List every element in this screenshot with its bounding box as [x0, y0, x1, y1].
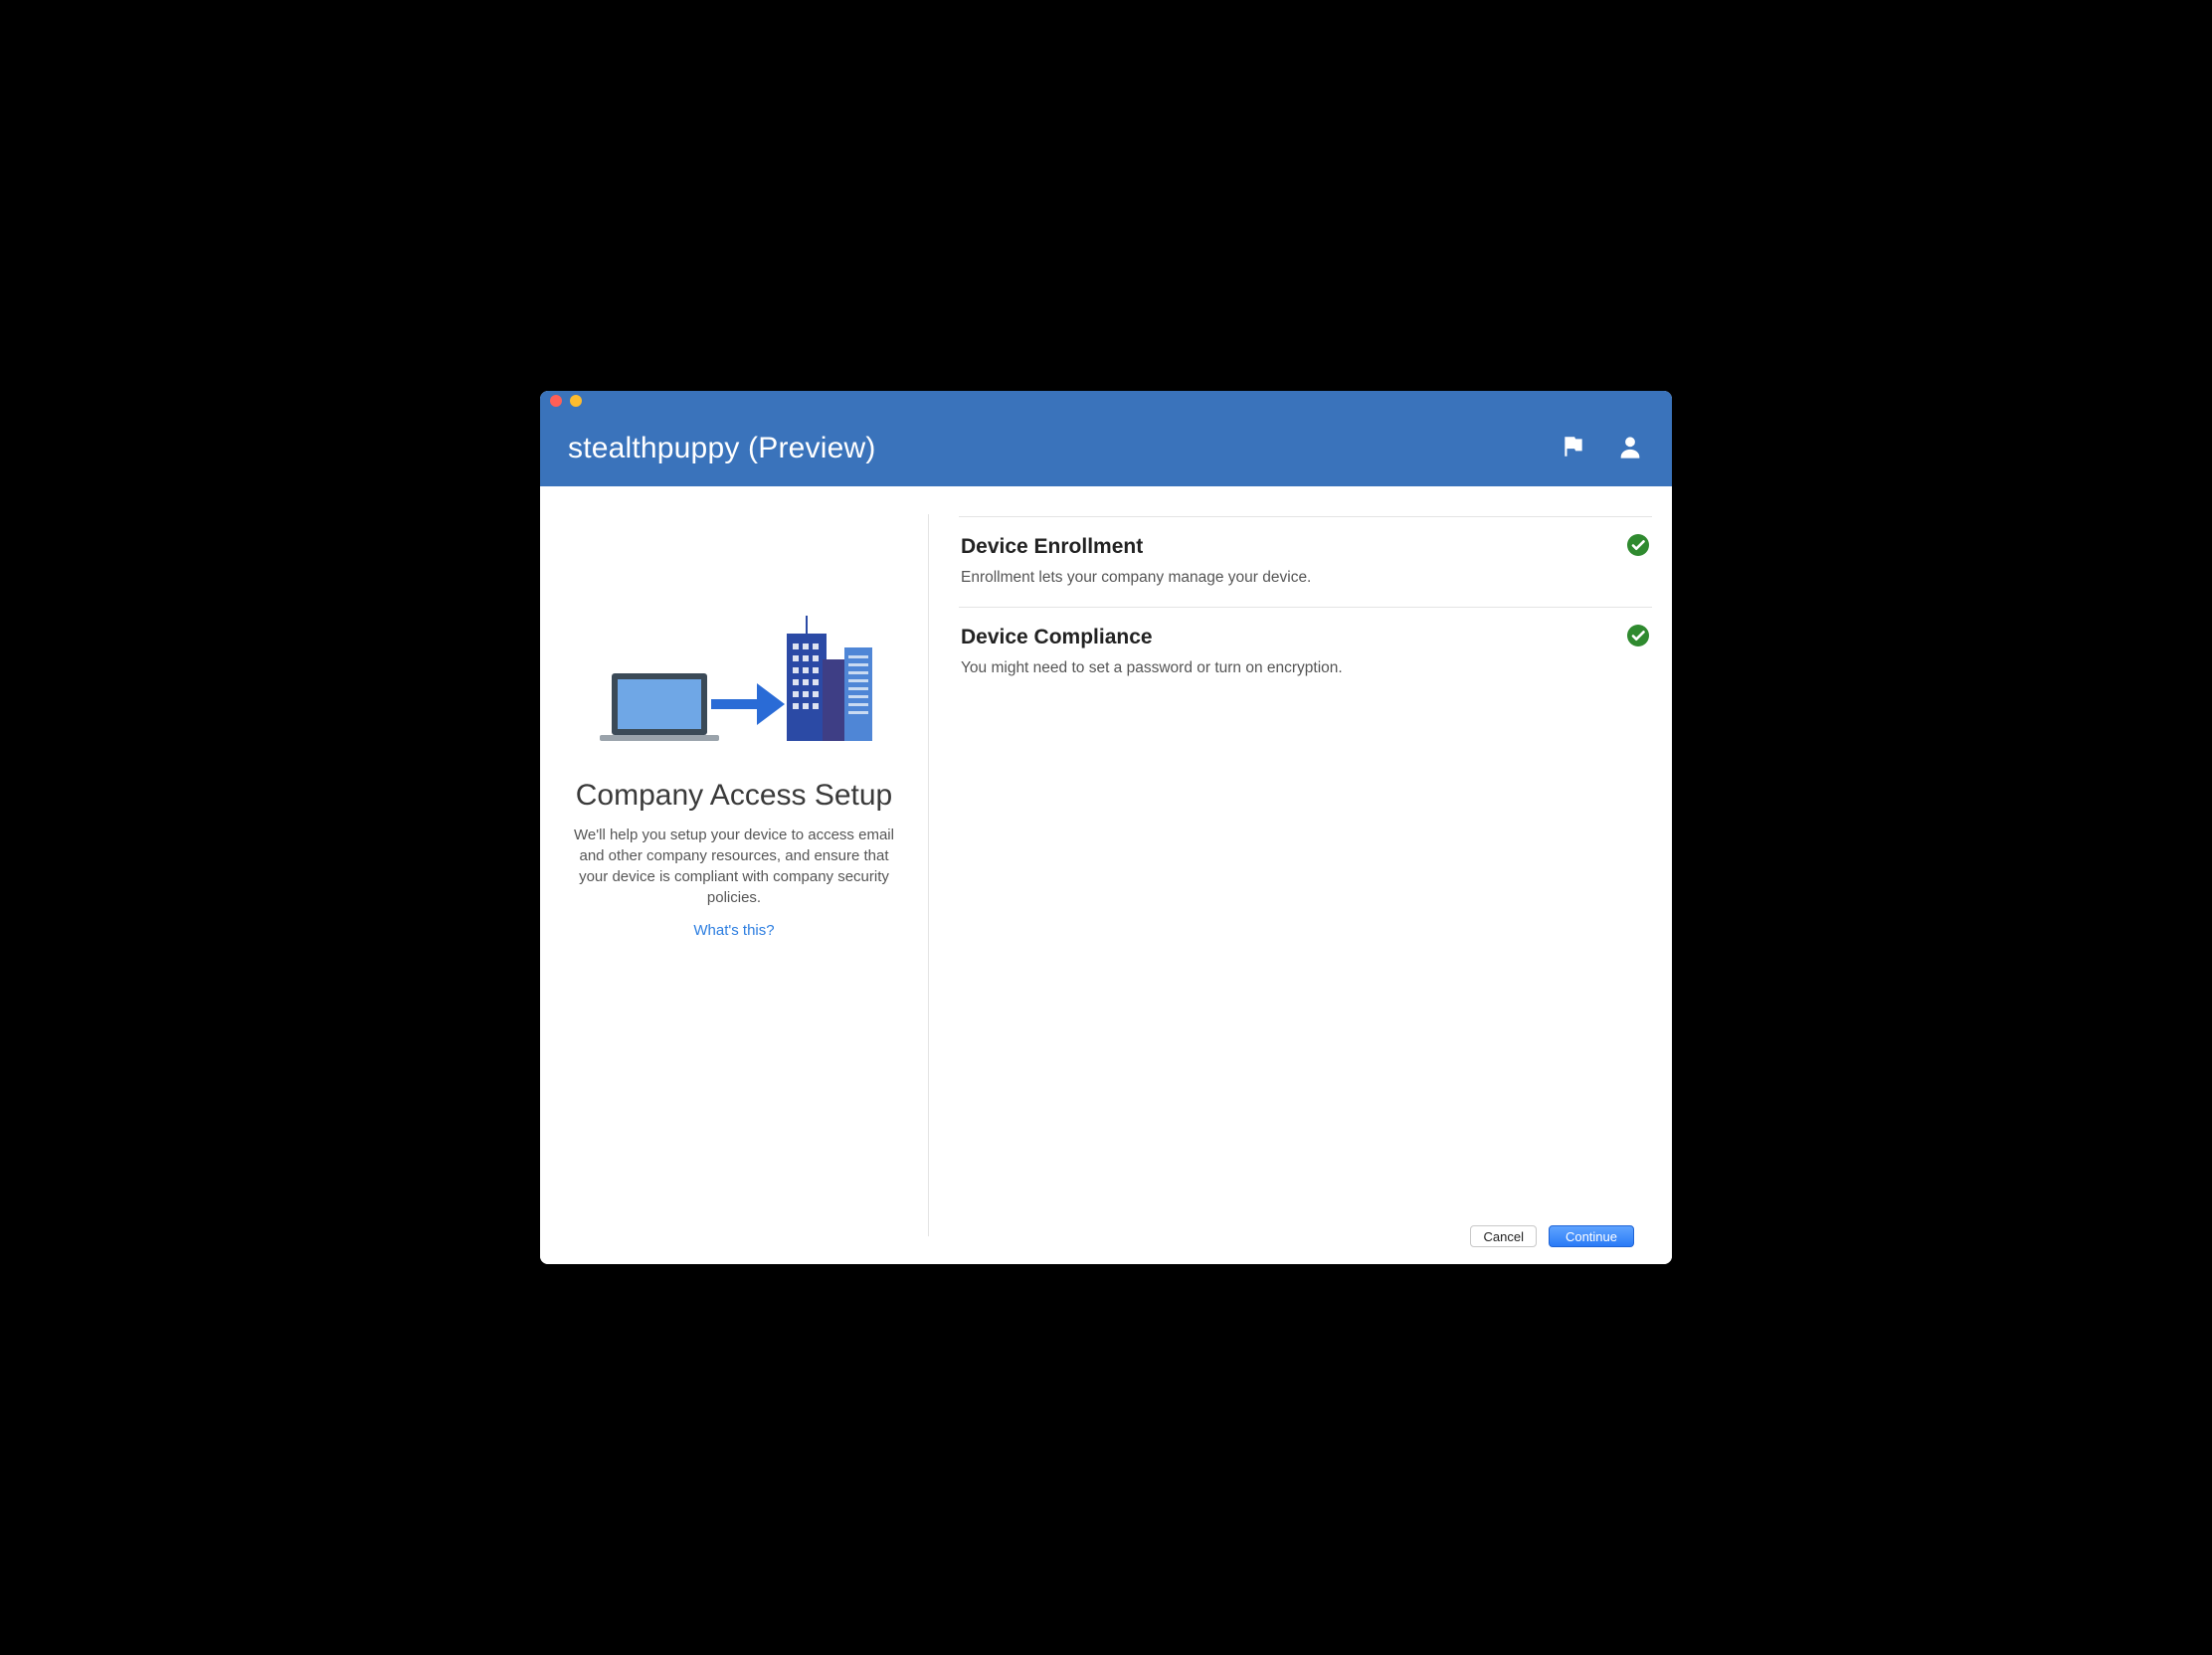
company-access-illustration	[590, 616, 878, 765]
footer: Cancel Continue	[959, 1208, 1652, 1264]
checkmark-icon	[1626, 624, 1650, 652]
step-device-compliance: Device Compliance You might need to set …	[959, 607, 1652, 697]
user-icon[interactable]	[1616, 433, 1644, 465]
window-minimize-button[interactable]	[570, 395, 582, 407]
header-title: stealthpuppy (Preview)	[568, 432, 1561, 465]
step-description: You might need to set a password or turn…	[961, 659, 1650, 677]
right-pane: Device Enrollment Enrollment lets your c…	[929, 486, 1672, 1264]
setup-description: We'll help you setup your device to acce…	[568, 825, 900, 908]
app-header: stealthpuppy (Preview)	[540, 411, 1672, 486]
step-description: Enrollment lets your company manage your…	[961, 569, 1650, 587]
flag-icon[interactable]	[1561, 434, 1586, 464]
content-area: Company Access Setup We'll help you setu…	[540, 486, 1672, 1264]
setup-title: Company Access Setup	[558, 779, 910, 813]
header-icons	[1561, 433, 1644, 465]
step-title: Device Enrollment	[961, 535, 1650, 559]
cancel-button[interactable]: Cancel	[1470, 1225, 1536, 1247]
left-pane: Company Access Setup We'll help you setu…	[540, 486, 928, 1264]
checkmark-icon	[1626, 533, 1650, 562]
app-window: stealthpuppy (Preview)	[540, 391, 1672, 1264]
window-titlebar	[540, 391, 1672, 411]
step-title: Device Compliance	[961, 626, 1650, 649]
continue-button[interactable]: Continue	[1549, 1225, 1634, 1247]
window-close-button[interactable]	[550, 395, 562, 407]
step-device-enrollment: Device Enrollment Enrollment lets your c…	[959, 516, 1652, 607]
whats-this-link[interactable]: What's this?	[693, 922, 774, 939]
